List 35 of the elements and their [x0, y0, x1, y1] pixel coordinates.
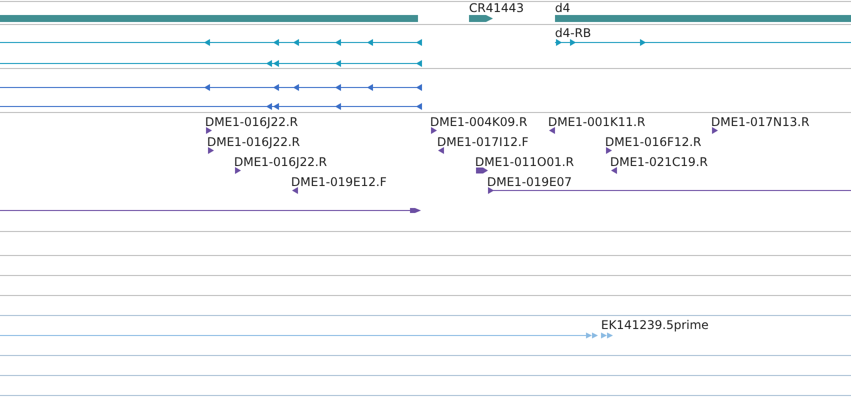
feature-label: DME1-016F12.R: [605, 135, 702, 149]
arrowhead-icon[interactable]: [712, 127, 718, 134]
feature-label: DME1-017N13.R: [711, 115, 810, 129]
feature-label: DME1-004K09.R: [430, 115, 528, 129]
transcript-drawing[interactable]: [0, 39, 422, 46]
feature-label: DME1-017I12.F: [437, 135, 529, 149]
arrowhead-icon[interactable]: [606, 147, 612, 154]
alignment-drawing[interactable]: [0, 208, 421, 213]
feature-label: DME1-001K11.R: [548, 115, 646, 129]
arrowhead-icon[interactable]: [431, 127, 437, 134]
feature-label: DME1-016J22.R: [207, 135, 300, 149]
feature-label: DME1-019E12.F: [291, 175, 387, 189]
feature-label: DME1-016J22.R: [234, 155, 328, 169]
gene-bar[interactable]: [469, 15, 493, 22]
arrowhead-icon[interactable]: [208, 147, 214, 154]
feature-label: DME1-019E07: [487, 175, 572, 189]
feature-label: EK141239.5prime: [601, 318, 709, 332]
arrowhead-icon[interactable]: [292, 187, 298, 194]
alignment-drawing[interactable]: [476, 168, 488, 174]
transcript-drawing[interactable]: [0, 103, 422, 110]
feature-label: CR41443: [469, 1, 524, 15]
arrowhead-icon[interactable]: [206, 127, 212, 134]
arrowhead-icon[interactable]: [438, 147, 444, 154]
feature-label: DME1-016J22.R: [205, 115, 298, 129]
transcript-drawing[interactable]: [0, 84, 422, 91]
arrowhead-icon[interactable]: [235, 167, 241, 174]
arrowhead-icon[interactable]: [549, 127, 555, 134]
feature-label: d4: [555, 1, 570, 15]
alignment-drawing[interactable]: [488, 187, 851, 194]
feature-label: DME1-021C19.R: [610, 155, 708, 169]
feature-label: d4-RB: [555, 26, 592, 40]
feature-label: DME1-011O01.R: [475, 155, 574, 169]
transcript-drawing[interactable]: [554, 39, 851, 46]
transcript-drawing[interactable]: [0, 60, 422, 67]
arrowhead-icon[interactable]: [611, 167, 617, 174]
